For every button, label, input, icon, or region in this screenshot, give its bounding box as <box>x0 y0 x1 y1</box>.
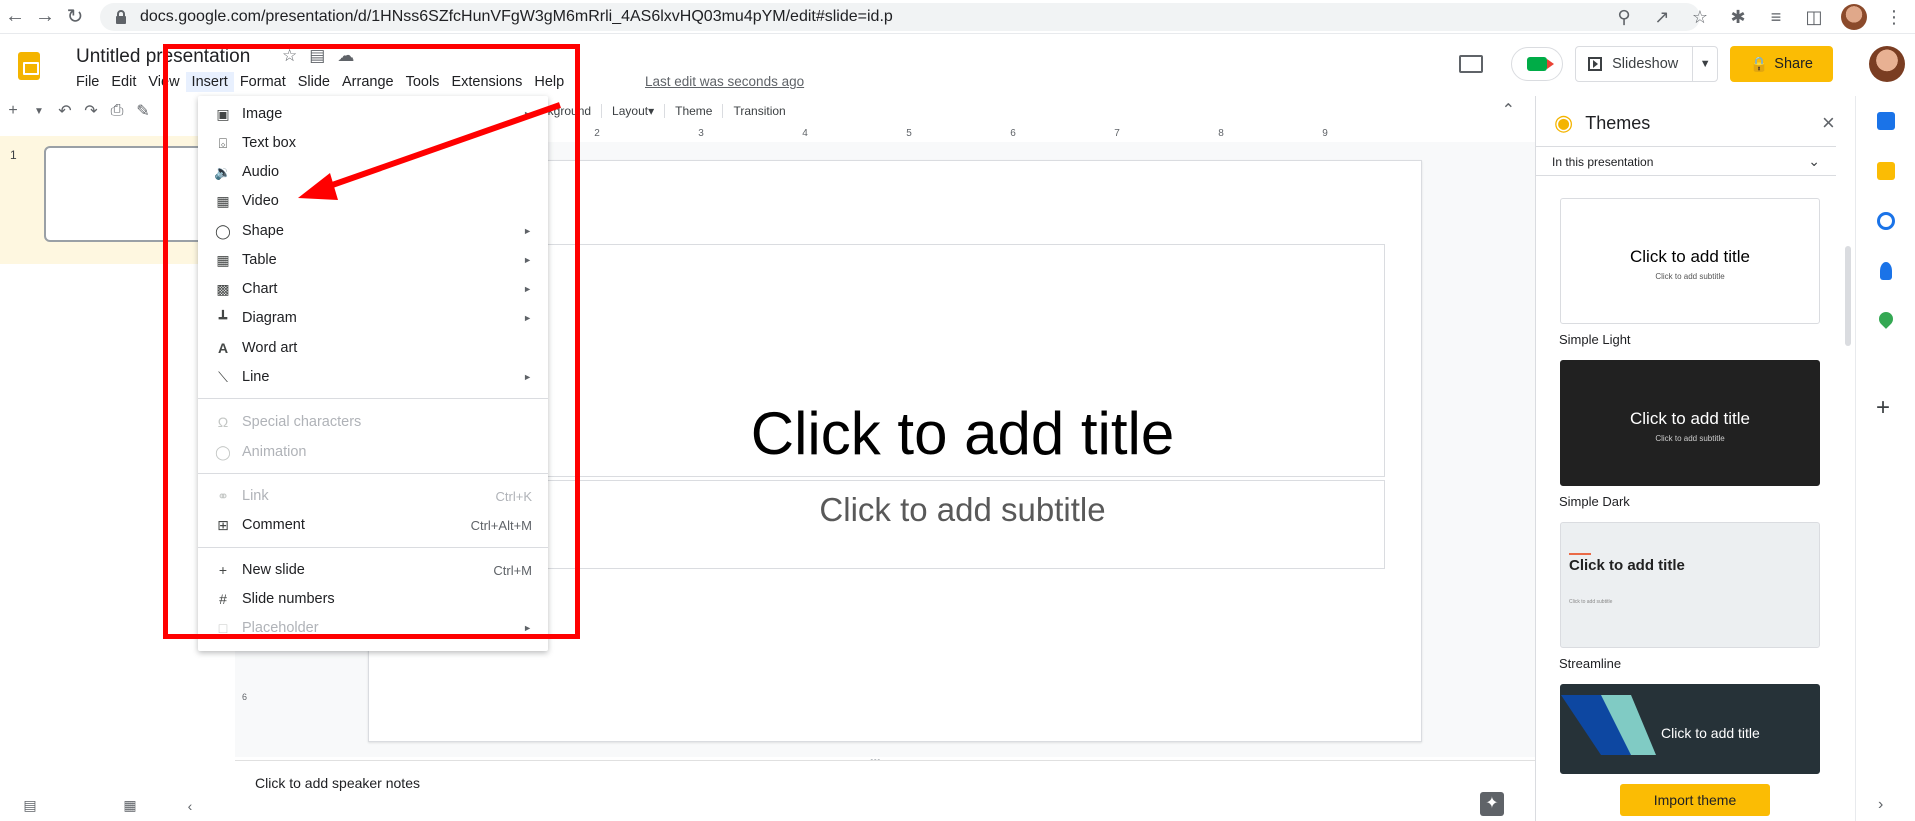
lock-icon <box>116 9 126 24</box>
play-icon <box>1588 57 1603 71</box>
share-page-icon[interactable]: ↗ <box>1651 7 1673 28</box>
themes-filter-label: In this presentation <box>1552 155 1654 169</box>
theme-subtitle: Click to add subtitle <box>1655 272 1725 281</box>
last-edit-link[interactable]: Last edit was seconds ago <box>645 74 804 89</box>
theme-title: Click to add title <box>1630 247 1750 266</box>
keep-icon[interactable] <box>1877 162 1895 180</box>
ruler-tick: 6 <box>1010 128 1016 139</box>
chevron-down-icon[interactable]: ▼ <box>26 106 52 117</box>
theme-card[interactable]: Click to add title Click to add subtitle <box>1560 360 1820 486</box>
ruler-tick: 5 <box>906 128 912 139</box>
header-actions: Slideshow ▼ 🔒 Share <box>1459 44 1915 84</box>
account-avatar[interactable] <box>1869 46 1905 82</box>
slideshow-label: Slideshow <box>1612 56 1679 72</box>
themes-title: Themes <box>1585 112 1651 133</box>
bookmark-star-icon[interactable]: ☆ <box>1689 7 1711 28</box>
side-rail: + › <box>1855 96 1915 821</box>
horizontal-ruler: 2 3 4 5 6 7 8 9 <box>545 128 1535 142</box>
slide-number: 1 <box>10 148 17 162</box>
theme-name: Simple Dark <box>1559 494 1630 509</box>
theme-title: Click to add title <box>1630 409 1750 428</box>
theme-subtitle: Click to add subtitle <box>1569 599 1613 605</box>
vertical-ruler: 6 <box>240 640 254 760</box>
view-switcher: ▤ ▦ ‹ <box>0 790 235 821</box>
back-arrow-icon[interactable]: ← <box>0 5 30 28</box>
collapse-chevron-icon[interactable]: ⌃ <box>1502 100 1515 120</box>
theme-card[interactable]: Click to add title <box>1560 684 1820 774</box>
url-text: docs.google.com/presentation/d/1HNss6SZf… <box>140 7 893 25</box>
ruler-tick: 8 <box>1218 128 1224 139</box>
explore-icon[interactable]: ✦ <box>1480 792 1504 816</box>
reload-icon[interactable]: ↻ <box>60 4 90 29</box>
theme-card[interactable]: Click to add title Click to add subtitle <box>1560 198 1820 324</box>
ruler-tick: 7 <box>1114 128 1120 139</box>
ruler-tick: 6 <box>242 692 248 702</box>
themes-scrollbar[interactable] <box>1845 246 1851 346</box>
browser-profile-avatar[interactable] <box>1841 4 1867 30</box>
transition-button[interactable]: Transition <box>722 104 795 118</box>
forward-arrow-icon[interactable]: → <box>30 5 60 28</box>
meet-camera-icon <box>1527 57 1555 71</box>
paint-format-icon[interactable]: ✎ <box>130 101 156 121</box>
import-theme-button[interactable]: Import theme <box>1620 784 1770 816</box>
themes-panel: ◉ Themes × In this presentation ⌄ Click … <box>1535 96 1855 821</box>
filmstrip-view-icon[interactable]: ▤ <box>0 797 60 814</box>
theme-button[interactable]: Theme <box>664 104 722 118</box>
comments-icon[interactable] <box>1459 55 1484 73</box>
theme-card[interactable]: Click to add title Click to add subtitle <box>1560 522 1820 648</box>
slide-subtitle-text: Click to add subtitle <box>819 491 1106 528</box>
maps-pin-icon[interactable] <box>1876 309 1896 329</box>
meet-button[interactable] <box>1511 47 1564 81</box>
speaker-notes-placeholder: Click to add speaker notes <box>255 775 420 791</box>
browser-menu-icon[interactable]: ⋮ <box>1883 7 1905 28</box>
title-placeholder[interactable]: Click to add title <box>540 244 1385 477</box>
expand-right-icon[interactable]: › <box>1878 796 1883 814</box>
address-bar[interactable]: docs.google.com/presentation/d/1HNss6SZf… <box>100 2 1700 31</box>
slideshow-main[interactable]: Slideshow <box>1576 47 1694 81</box>
close-icon[interactable]: × <box>1822 110 1835 136</box>
side-panel-icon[interactable]: ◫ <box>1803 7 1825 28</box>
menu-edit[interactable]: Edit <box>105 72 142 92</box>
share-label: Share <box>1774 56 1813 72</box>
slide-title-text: Click to add title <box>750 400 1175 467</box>
tasks-icon[interactable] <box>1877 212 1895 230</box>
browser-actions: ⚲ ↗ ☆ ✱ ≡ ◫ ⋮ <box>1613 0 1915 34</box>
share-button[interactable]: 🔒 Share <box>1730 46 1833 82</box>
contacts-icon[interactable] <box>1880 262 1892 280</box>
theme-title: Click to add title <box>1569 557 1685 574</box>
menu-file[interactable]: File <box>70 72 105 92</box>
layout-button[interactable]: Layout▾ <box>601 104 664 118</box>
undo-icon[interactable]: ↶ <box>52 101 78 121</box>
annotation-highlight-box <box>163 44 580 639</box>
extensions-puzzle-icon[interactable]: ✱ <box>1727 7 1749 28</box>
palette-icon: ◉ <box>1554 110 1574 135</box>
themes-header: ◉ Themes <box>1554 110 1650 136</box>
theme-name: Streamline <box>1559 656 1622 671</box>
theme-name: Simple Light <box>1559 332 1631 347</box>
add-addon-plus-icon[interactable]: + <box>1876 394 1890 422</box>
ruler-tick: 3 <box>698 128 704 139</box>
print-icon[interactable]: ⎙ <box>104 102 130 120</box>
new-slide-plus-icon[interactable]: + <box>0 102 26 120</box>
theme-title: Click to add title <box>1661 725 1760 741</box>
slides-logo-icon[interactable] <box>18 52 40 80</box>
ruler-tick: 9 <box>1322 128 1328 139</box>
themes-filter-dropdown[interactable]: In this presentation ⌄ <box>1536 146 1836 176</box>
ruler-tick: 4 <box>802 128 808 139</box>
speaker-notes[interactable]: Click to add speaker notes <box>235 760 1535 821</box>
redo-icon[interactable]: ↷ <box>78 101 104 121</box>
reading-list-icon[interactable]: ≡ <box>1765 7 1787 28</box>
calendar-icon[interactable] <box>1877 112 1895 130</box>
subtitle-placeholder[interactable]: Click to add subtitle <box>540 480 1385 569</box>
collapse-left-icon[interactable]: ‹ <box>160 798 220 814</box>
grid-view-icon[interactable]: ▦ <box>100 797 160 814</box>
chevron-down-icon[interactable]: ▼ <box>1693 58 1717 70</box>
theme-subtitle: Click to add subtitle <box>1655 434 1725 443</box>
chevron-down-icon: ⌄ <box>1808 153 1820 169</box>
zoom-icon[interactable]: ⚲ <box>1613 7 1635 28</box>
lock-icon: 🔒 <box>1750 56 1769 73</box>
theme-accent-line <box>1569 553 1591 555</box>
slideshow-button[interactable]: Slideshow ▼ <box>1575 46 1719 82</box>
browser-toolbar: ← → ↻ docs.google.com/presentation/d/1HN… <box>0 0 1915 34</box>
